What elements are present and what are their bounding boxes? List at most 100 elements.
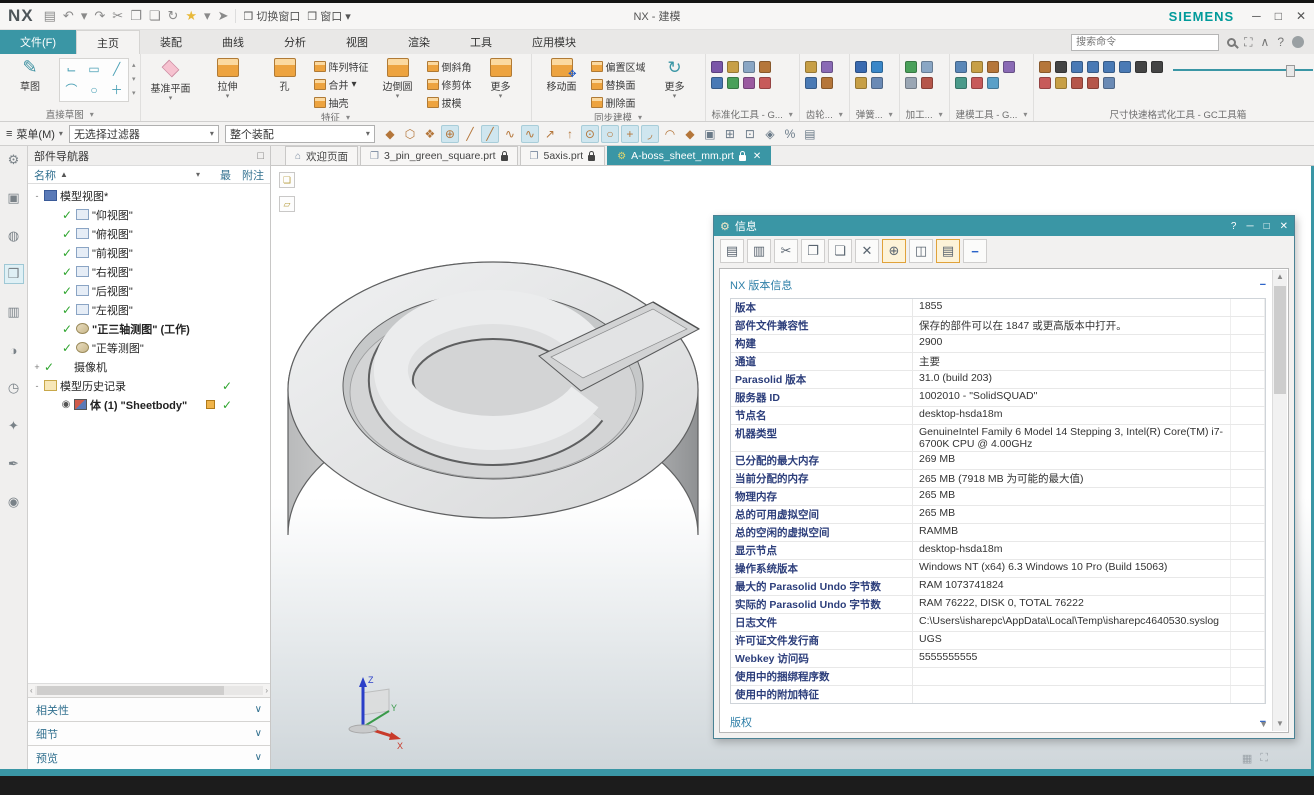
snap-point-icon[interactable]: ⬡ (401, 125, 419, 143)
chevron-down-icon[interactable]: ▾ (204, 8, 211, 24)
constraint-navigator-icon[interactable]: ◍ (4, 226, 24, 246)
redo-icon[interactable]: ↷ (94, 8, 105, 24)
tool-icon[interactable] (855, 77, 867, 89)
history-icon[interactable]: ◷ (4, 378, 24, 398)
tool-icon[interactable] (871, 61, 883, 73)
tree-item[interactable]: ✓"俯视图" (28, 224, 270, 243)
chevron-down-icon[interactable]: ∨ (255, 704, 262, 715)
visibility-check-icon[interactable]: ✓ (42, 360, 56, 374)
gear-icon[interactable]: ⚙ (4, 150, 24, 170)
snap-point-icon[interactable]: % (781, 125, 799, 143)
undock-icon[interactable]: □ (257, 150, 264, 162)
tab-工具[interactable]: 工具 (450, 30, 512, 54)
part-navigator-icon[interactable]: ❒ (4, 264, 24, 284)
tool-icon[interactable] (743, 61, 755, 73)
help-button[interactable]: ? (1231, 221, 1237, 232)
info-vertical-scrollbar[interactable]: ▲ ▼ (1272, 270, 1287, 731)
snap-point-icon[interactable]: ⊡ (741, 125, 759, 143)
command-finder-icon[interactable]: ➤ (218, 8, 229, 24)
window-menu-button[interactable]: ❒窗口▾ (307, 8, 350, 24)
scroll-up-icon[interactable]: ▲ (1273, 270, 1287, 284)
sheet-icon[interactable]: ❏ (279, 172, 295, 188)
sketch-shape-icon[interactable]: ⌙ (66, 62, 76, 76)
info-window-titlebar[interactable]: ⚙ 信息 ?─□✕ (714, 216, 1294, 236)
sketch-shape-icon[interactable]: ╱ (113, 62, 120, 76)
snap-point-icon[interactable]: ∿ (501, 125, 519, 143)
tab-渲染[interactable]: 渲染 (388, 30, 450, 54)
tool-icon[interactable] (971, 77, 983, 89)
visibility-check-icon[interactable]: ✓ (60, 246, 74, 260)
filter-dropdown-icon[interactable]: ▾ (196, 170, 200, 179)
visibility-check-icon[interactable]: ✓ (60, 322, 74, 336)
snap-point-icon[interactable]: ◠ (661, 125, 679, 143)
tool-icon[interactable] (805, 61, 817, 73)
snap-point-icon[interactable]: ❖ (421, 125, 439, 143)
cut-icon[interactable]: ✂ (774, 239, 798, 263)
ribbon-button-拉伸[interactable]: 拉伸▾ (200, 55, 256, 99)
tool-icon[interactable] (1039, 77, 1051, 89)
copy-icon[interactable]: ❐ (801, 239, 825, 263)
snap-point-icon[interactable]: ↑ (561, 125, 579, 143)
tool-icon[interactable] (1087, 77, 1099, 89)
visibility-check-icon[interactable]: ✓ (60, 265, 74, 279)
ribbon-button-倒斜角[interactable]: 倒斜角 (427, 59, 472, 74)
tool-icon[interactable] (805, 77, 817, 89)
navigator-horizontal-scrollbar[interactable]: ‹ › (28, 683, 270, 697)
chevron-down-icon[interactable]: ▾ (939, 110, 943, 119)
sketch-shape-icon[interactable]: ○ (90, 83, 97, 97)
show-hide-eye-icon[interactable]: ◉ (60, 399, 72, 410)
command-search-input[interactable] (1071, 34, 1219, 51)
plane-icon[interactable]: ▱ (279, 196, 295, 212)
file-menu-button[interactable]: 文件(F) (0, 30, 76, 54)
tool-icon[interactable] (987, 77, 999, 89)
visibility-check-icon[interactable]: ✓ (60, 303, 74, 317)
web-browser-icon[interactable]: ◉ (4, 492, 24, 512)
tree-item[interactable]: ✓"右视图" (28, 262, 270, 281)
sketch-shape-icon[interactable]: ▭ (88, 62, 99, 76)
ribbon-button-边倒圆[interactable]: 边倒圆▾ (370, 55, 426, 99)
navigator-column-headers[interactable]: 名称 ▲ ▾ 最 附注 (28, 166, 270, 184)
tool-icon[interactable] (955, 61, 967, 73)
chevron-down-icon[interactable]: ▾ (132, 75, 136, 83)
find-icon[interactable]: ◫ (909, 239, 933, 263)
ribbon-button-偏置区域[interactable]: 偏置区域 (591, 59, 646, 74)
tool-icon[interactable] (1071, 61, 1083, 73)
collapse-section-icon[interactable]: − (1260, 279, 1266, 291)
user-avatar-icon[interactable] (1292, 36, 1304, 48)
snap-point-icon[interactable]: ⊞ (721, 125, 739, 143)
save-icon[interactable]: ▤ (44, 8, 56, 24)
chevron-down-icon[interactable]: ▾ (839, 110, 843, 119)
repeat-command-icon[interactable]: ↻ (167, 8, 178, 24)
chevron-down-icon[interactable]: ▾ (346, 113, 350, 122)
tab-视图[interactable]: 视图 (326, 30, 388, 54)
tree-item[interactable]: ✓"后视图" (28, 281, 270, 300)
paste-icon[interactable]: ❏ (828, 239, 852, 263)
print-icon[interactable]: ▥ (747, 239, 771, 263)
ribbon-button-移动面[interactable]: ✥移动面 (534, 55, 590, 93)
undo-icon[interactable]: ↶ (63, 8, 74, 24)
maximize-button[interactable]: □ (1275, 9, 1282, 23)
snap-point-icon[interactable]: ↗ (541, 125, 559, 143)
tool-icon[interactable] (905, 61, 917, 73)
minimize-button[interactable]: ─ (1252, 9, 1261, 23)
snap-point-icon[interactable]: ◆ (381, 125, 399, 143)
snap-point-icon[interactable]: ⊙ (581, 125, 599, 143)
selection-filter-dropdown[interactable]: 无选择过滤器 ▾ (69, 125, 219, 143)
tool-icon[interactable] (743, 77, 755, 89)
tool-icon[interactable] (1087, 61, 1099, 73)
paste-icon[interactable]: ❏ (149, 8, 161, 24)
expand-toggle-icon[interactable]: - (32, 381, 42, 391)
tab-主页[interactable]: 主页 (76, 30, 140, 54)
tree-item[interactable]: ✓"正三轴测图" (工作) (28, 319, 270, 338)
selection-scope-dropdown[interactable]: 整个装配 ▾ (225, 125, 375, 143)
tab-应用模块[interactable]: 应用模块 (512, 30, 596, 54)
chevron-down-icon[interactable]: ▾ (889, 110, 893, 119)
tab-分析[interactable]: 分析 (264, 30, 326, 54)
snap-point-icon[interactable]: ◆ (681, 125, 699, 143)
chevron-down-icon[interactable]: ▾ (81, 8, 88, 24)
tool-icon[interactable] (1071, 77, 1083, 89)
chevron-down-icon[interactable]: ▾ (638, 113, 642, 122)
expand-toggle-icon[interactable]: - (32, 191, 42, 201)
section-预览[interactable]: 预览∨ (28, 745, 270, 769)
tool-icon[interactable] (1055, 77, 1067, 89)
